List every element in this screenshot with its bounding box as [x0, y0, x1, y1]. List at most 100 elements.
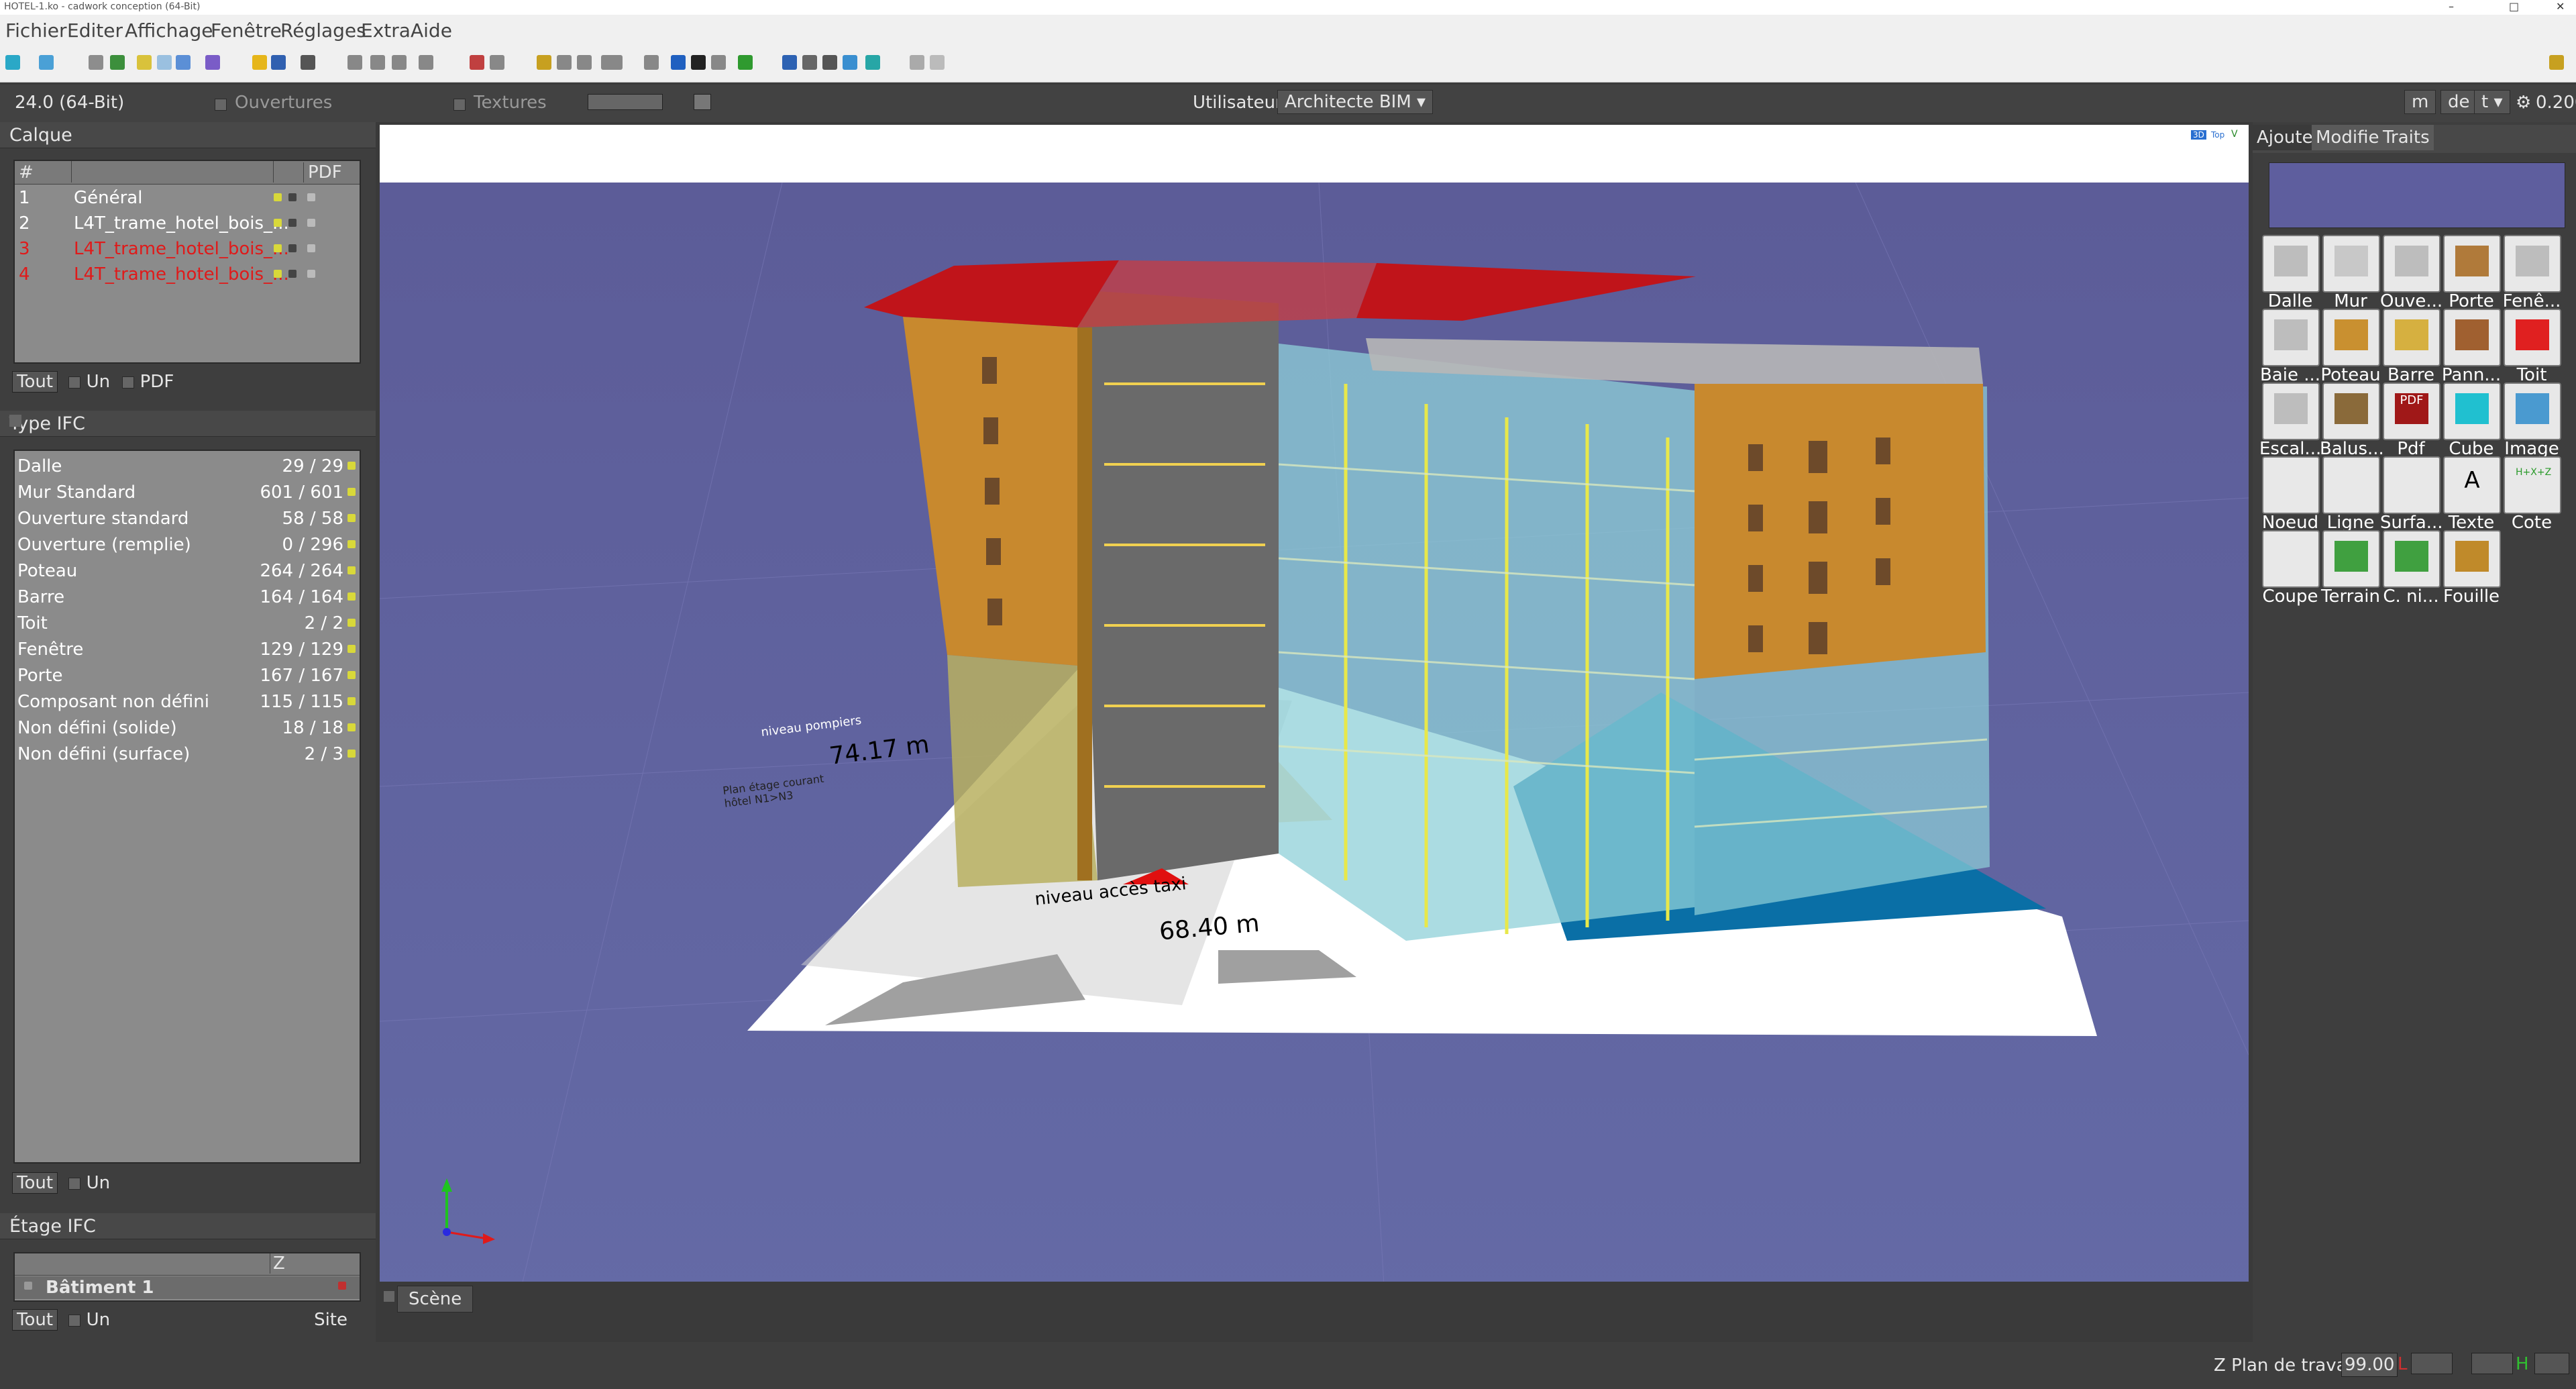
- visible-icon[interactable]: [347, 566, 356, 574]
- precision-icon[interactable]: ⚙: [2516, 93, 2531, 113]
- visible-icon[interactable]: [347, 671, 356, 679]
- split-view-icon[interactable]: [694, 94, 711, 110]
- visible-icon[interactable]: [347, 540, 356, 548]
- layer-row[interactable]: 4 L4T_trame_hotel_bois_...: [15, 264, 360, 290]
- unit-m-dropdown[interactable]: m: [2404, 90, 2436, 114]
- layers-all-button[interactable]: Tout: [12, 371, 58, 393]
- tool-button[interactable]: [2383, 309, 2440, 366]
- scene-tab[interactable]: Scène: [397, 1286, 474, 1313]
- select-icon[interactable]: [89, 55, 103, 70]
- ifc-type-row[interactable]: Composant non défini 115 / 115: [15, 692, 360, 717]
- visible-icon[interactable]: [347, 514, 356, 522]
- ifc-type-row[interactable]: Ouverture (remplie) 0 / 296: [15, 535, 360, 560]
- collapse-icon[interactable]: [9, 415, 21, 427]
- unit-de-dropdown[interactable]: de: [2440, 90, 2477, 114]
- ifc-type-row[interactable]: Non défini (surface) 2 / 3: [15, 744, 360, 770]
- storeys-all-button[interactable]: Tout: [12, 1309, 58, 1331]
- display-mode-icon[interactable]: [588, 94, 663, 110]
- mode-icons-grid[interactable]: [2269, 162, 2565, 228]
- green-cube-icon[interactable]: [738, 55, 753, 70]
- visible-icon[interactable]: [347, 723, 356, 731]
- layer-row[interactable]: 3 L4T_trame_hotel_bois_...: [15, 239, 360, 264]
- visible-icon[interactable]: [347, 593, 356, 601]
- l-field[interactable]: [2411, 1353, 2453, 1374]
- badge-3d[interactable]: 3D: [2191, 130, 2206, 140]
- globe-icon[interactable]: [39, 55, 54, 70]
- pdf-checkbox[interactable]: [307, 193, 315, 201]
- ifc-type-row[interactable]: Fenêtre 129 / 129: [15, 639, 360, 665]
- visible-icon[interactable]: [274, 193, 282, 201]
- visible-icon[interactable]: [274, 244, 282, 252]
- ifc-type-row[interactable]: Toit 2 / 2: [15, 613, 360, 639]
- tool-button[interactable]: A: [2443, 456, 2501, 514]
- tool-button[interactable]: [2443, 309, 2501, 366]
- tool-button[interactable]: [2383, 456, 2440, 514]
- key-icon[interactable]: [782, 55, 797, 70]
- ifc-type-row[interactable]: Dalle 29 / 29: [15, 456, 360, 482]
- rotate-icon[interactable]: [370, 55, 385, 70]
- person-icon[interactable]: [691, 55, 706, 70]
- ifc-type-row[interactable]: Ouverture standard 58 / 58: [15, 509, 360, 534]
- snap-icon[interactable]: [490, 55, 504, 70]
- ifc-type-row[interactable]: Mur Standard 601 / 601: [15, 482, 360, 508]
- scene-expand-icon[interactable]: [384, 1291, 394, 1302]
- expand-icon[interactable]: [24, 1282, 32, 1290]
- lock-icon[interactable]: [288, 193, 297, 201]
- scale-icon[interactable]: [419, 55, 433, 70]
- arrow-up-icon[interactable]: [557, 55, 572, 70]
- tool-button[interactable]: [2322, 530, 2380, 588]
- tool-button[interactable]: [2322, 309, 2380, 366]
- visible-icon[interactable]: [274, 270, 282, 278]
- maximize-icon[interactable]: □: [2509, 0, 2519, 13]
- lock-icon[interactable]: [288, 244, 297, 252]
- shield-icon[interactable]: [5, 55, 20, 70]
- tool-button[interactable]: H+X+Z: [2504, 456, 2561, 514]
- tool-button[interactable]: [2443, 382, 2501, 440]
- copy-icon[interactable]: [157, 55, 172, 70]
- camera-icon[interactable]: [711, 55, 726, 70]
- tool-button[interactable]: PDF: [2383, 382, 2440, 440]
- ifc-type-row[interactable]: Barre 164 / 164: [15, 587, 360, 613]
- visible-icon[interactable]: [347, 488, 356, 496]
- ifc-one-checkbox[interactable]: [68, 1177, 81, 1190]
- tool-button[interactable]: [2262, 309, 2320, 366]
- layer-row[interactable]: 2 L4T_trame_hotel_bois_...: [15, 213, 360, 239]
- tool-button[interactable]: [2262, 530, 2320, 588]
- axis-icon[interactable]: [671, 55, 686, 70]
- cut-icon[interactable]: [644, 55, 659, 70]
- minimize-icon[interactable]: –: [2449, 0, 2454, 13]
- visible-icon[interactable]: [274, 219, 282, 227]
- tab-lines[interactable]: Traits: [2379, 125, 2434, 150]
- visible-icon[interactable]: [338, 1282, 346, 1290]
- pdf-checkbox[interactable]: [307, 270, 315, 278]
- lock-icon[interactable]: [288, 219, 297, 227]
- element-icon[interactable]: [271, 55, 286, 70]
- user-profile-dropdown[interactable]: Architecte BIM ▾: [1277, 90, 1434, 114]
- move-icon[interactable]: [347, 55, 362, 70]
- tool-button[interactable]: [2504, 382, 2561, 440]
- visible-icon[interactable]: [347, 462, 356, 470]
- zoom-icon[interactable]: [301, 55, 315, 70]
- ifc-all-button[interactable]: Tout: [12, 1172, 58, 1194]
- visible-icon[interactable]: [347, 645, 356, 653]
- visible-icon[interactable]: [347, 619, 356, 627]
- openings-checkbox[interactable]: [215, 94, 227, 114]
- pdf-checkbox[interactable]: [307, 244, 315, 252]
- tool-button[interactable]: [2262, 382, 2320, 440]
- workplane-value[interactable]: 99.00: [2341, 1353, 2398, 1377]
- measure-icon[interactable]: [205, 55, 220, 70]
- menu-window[interactable]: Fenêtre: [211, 19, 282, 42]
- ifc-type-row[interactable]: Porte 167 / 167: [15, 666, 360, 691]
- arrow-right-icon[interactable]: [577, 55, 592, 70]
- precision-value[interactable]: 0.200: [2536, 93, 2576, 113]
- tool-button[interactable]: [2383, 530, 2440, 588]
- ifc-type-row[interactable]: Non défini (solide) 18 / 18: [15, 718, 360, 743]
- menu-settings[interactable]: Réglages: [280, 19, 366, 42]
- visible-icon[interactable]: [347, 697, 356, 705]
- textures-checkbox[interactable]: [453, 94, 466, 114]
- layers-one-checkbox[interactable]: [68, 376, 81, 389]
- tools-icon[interactable]: [802, 55, 817, 70]
- tree-icon[interactable]: [110, 55, 125, 70]
- tool-button[interactable]: [2322, 235, 2380, 293]
- tool-button[interactable]: [2443, 530, 2501, 588]
